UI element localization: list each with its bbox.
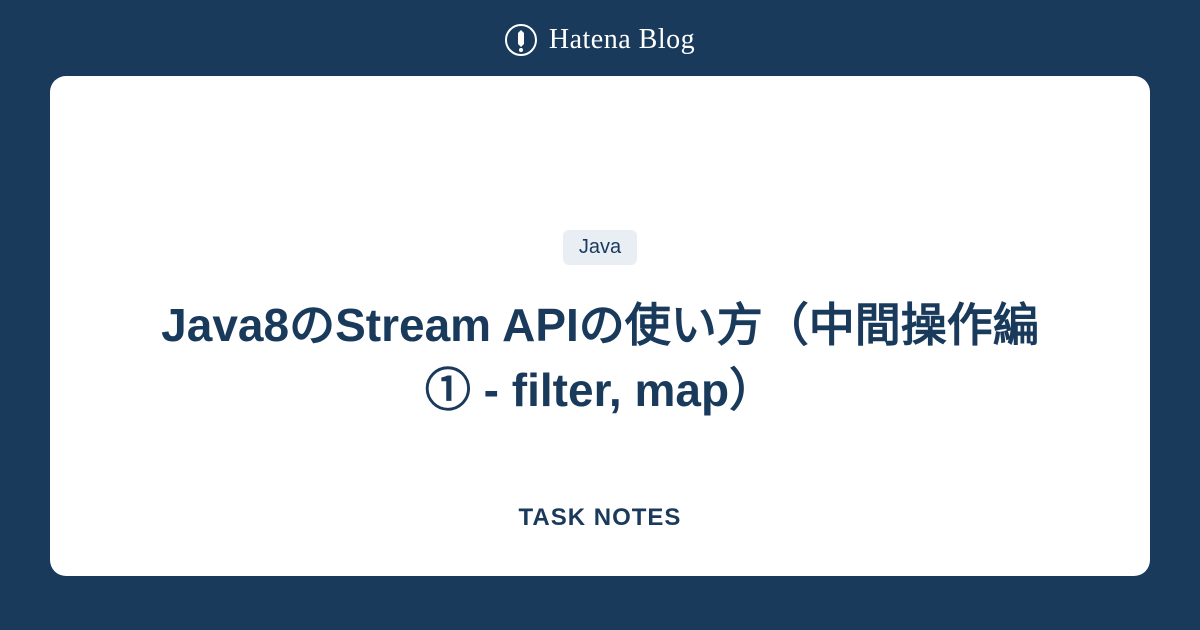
article-card: Java Java8のStream APIの使い方（中間操作編① - filte… — [50, 76, 1150, 576]
hatena-logo-icon — [505, 24, 537, 56]
header: Hatena Blog — [505, 0, 695, 76]
brand-name: Hatena Blog — [549, 24, 695, 56]
blog-name: TASK NOTES — [519, 504, 682, 532]
category-tag: Java — [563, 230, 637, 265]
article-title: Java8のStream APIの使い方（中間操作編① - filter, ma… — [150, 293, 1050, 422]
